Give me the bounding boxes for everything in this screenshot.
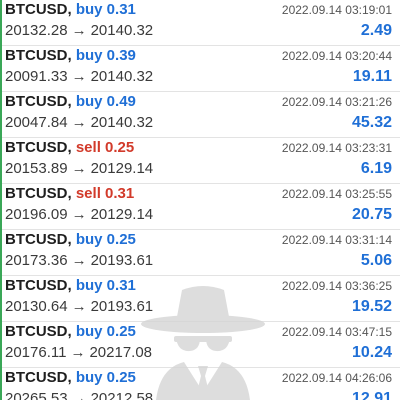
trade-symbol: BTCUSD,: [5, 369, 72, 386]
arrow-icon: →: [71, 22, 87, 39]
trade-profit: 19.11: [352, 68, 392, 85]
trade-prices: 20132.28 → 20140.32: [5, 22, 153, 40]
trade-header: BTCUSD, sell 0.31: [5, 185, 134, 203]
trade-direction: buy 0.39: [75, 47, 136, 64]
trade-prices: 20091.33 → 20140.32: [5, 68, 153, 86]
open-price: 20130.64: [5, 298, 68, 315]
trade-header: BTCUSD, buy 0.31: [5, 1, 136, 19]
trade-symbol: BTCUSD,: [5, 139, 72, 156]
arrow-icon: →: [70, 344, 86, 361]
trade-symbol: BTCUSD,: [5, 1, 72, 18]
trade-row[interactable]: BTCUSD, sell 0.31 20196.09 → 20129.14 2022…: [0, 184, 400, 230]
arrow-icon: →: [71, 160, 87, 177]
open-price: 20265.53: [5, 390, 68, 400]
trade-profit: 45.32: [351, 114, 392, 131]
trade-row[interactable]: BTCUSD, buy 0.39 20091.33 → 20140.32 2022.…: [0, 46, 400, 92]
arrow-icon: →: [71, 68, 87, 85]
trade-direction: sell 0.31: [75, 185, 135, 202]
trade-profit: 6.19: [360, 160, 392, 177]
trade-prices: 20130.64 → 20193.61: [5, 298, 153, 316]
open-price: 20091.33: [5, 68, 68, 85]
trade-time: 2022.09.14 03:31:14: [281, 233, 392, 247]
arrow-icon: →: [71, 390, 87, 400]
trade-time: 2022.09.14 04:26:06: [281, 371, 392, 385]
close-price: 20193.61: [90, 298, 154, 315]
arrow-icon: →: [71, 252, 87, 269]
trade-row[interactable]: BTCUSD, buy 0.25 20265.53 → 20212.58 2022.…: [0, 368, 400, 400]
trade-time: 2022.09.14 03:19:01: [281, 3, 392, 17]
trade-profit: 2.49: [360, 22, 392, 39]
trade-symbol: BTCUSD,: [5, 185, 72, 202]
close-price: 20193.61: [90, 252, 154, 269]
open-price: 20132.28: [5, 22, 68, 39]
arrow-icon: →: [71, 114, 87, 131]
open-price: 20047.84: [5, 114, 68, 131]
trade-row[interactable]: BTCUSD, buy 0.49 20047.84 → 20140.32 2022.…: [0, 92, 400, 138]
trade-time: 2022.09.14 03:25:55: [281, 187, 392, 201]
trade-history-screen: BTCUSD, buy 0.31 20132.28 → 20140.32 2022.…: [0, 0, 400, 400]
trade-profit: 19.52: [351, 298, 392, 315]
trade-list: BTCUSD, buy 0.31 20132.28 → 20140.32 2022.…: [0, 0, 400, 400]
close-price: 20140.32: [90, 68, 154, 85]
trade-row[interactable]: BTCUSD, sell 0.25 20153.89 → 20129.14 2022…: [0, 138, 400, 184]
arrow-icon: →: [71, 206, 87, 223]
trade-symbol: BTCUSD,: [5, 47, 72, 64]
trade-profit: 10.24: [351, 344, 392, 361]
close-price: 20129.14: [90, 160, 154, 177]
arrow-icon: →: [71, 298, 87, 315]
left-accent-bar: [0, 0, 2, 400]
close-price: 20140.32: [90, 114, 154, 131]
open-price: 20176.11: [5, 344, 67, 361]
trade-direction: buy 0.25: [75, 369, 136, 386]
open-price: 20153.89: [5, 160, 68, 177]
close-price: 20212.58: [90, 390, 154, 400]
trade-direction: buy 0.25: [75, 323, 136, 340]
trade-row[interactable]: BTCUSD, buy 0.25 20173.36 → 20193.61 2022.…: [0, 230, 400, 276]
trade-time: 2022.09.14 03:23:31: [281, 141, 392, 155]
trade-prices: 20153.89 → 20129.14: [5, 160, 153, 178]
trade-symbol: BTCUSD,: [5, 277, 72, 294]
trade-direction: buy 0.49: [75, 93, 136, 110]
trade-header: BTCUSD, sell 0.25: [5, 139, 134, 157]
trade-prices: 20173.36 → 20193.61: [5, 252, 153, 270]
close-price: 20140.32: [90, 22, 154, 39]
trade-header: BTCUSD, buy 0.25: [5, 323, 136, 341]
close-price: 20217.08: [89, 344, 153, 361]
trade-header: BTCUSD, buy 0.49: [5, 93, 136, 111]
trade-symbol: BTCUSD,: [5, 93, 72, 110]
trade-row[interactable]: BTCUSD, buy 0.25 20176.11 → 20217.08 2022.…: [0, 322, 400, 368]
trade-time: 2022.09.14 03:47:15: [281, 325, 392, 339]
trade-direction: buy 0.31: [75, 277, 136, 294]
close-price: 20129.14: [90, 206, 154, 223]
trade-prices: 20196.09 → 20129.14: [5, 206, 153, 224]
open-price: 20173.36: [5, 252, 68, 269]
trade-symbol: BTCUSD,: [5, 231, 72, 248]
trade-direction: buy 0.25: [75, 231, 136, 248]
trade-header: BTCUSD, buy 0.39: [5, 47, 136, 65]
trade-direction: buy 0.31: [75, 1, 136, 18]
trade-row[interactable]: BTCUSD, buy 0.31 20132.28 → 20140.32 2022.…: [0, 0, 400, 46]
trade-header: BTCUSD, buy 0.25: [5, 369, 136, 387]
trade-prices: 20265.53 → 20212.58: [5, 390, 153, 400]
trade-header: BTCUSD, buy 0.31: [5, 277, 136, 295]
trade-time: 2022.09.14 03:21:26: [281, 95, 392, 109]
trade-time: 2022.09.14 03:36:25: [281, 279, 392, 293]
trade-symbol: BTCUSD,: [5, 323, 72, 340]
trade-profit: 20.75: [351, 206, 392, 223]
trade-profit: 12.91: [351, 390, 392, 400]
trade-profit: 5.06: [360, 252, 392, 269]
open-price: 20196.09: [5, 206, 68, 223]
trade-prices: 20047.84 → 20140.32: [5, 114, 153, 132]
trade-prices: 20176.11 → 20217.08: [5, 344, 152, 362]
trade-time: 2022.09.14 03:20:44: [281, 49, 392, 63]
trade-direction: sell 0.25: [75, 139, 135, 156]
trade-header: BTCUSD, buy 0.25: [5, 231, 136, 249]
trade-row[interactable]: BTCUSD, buy 0.31 20130.64 → 20193.61 2022.…: [0, 276, 400, 322]
